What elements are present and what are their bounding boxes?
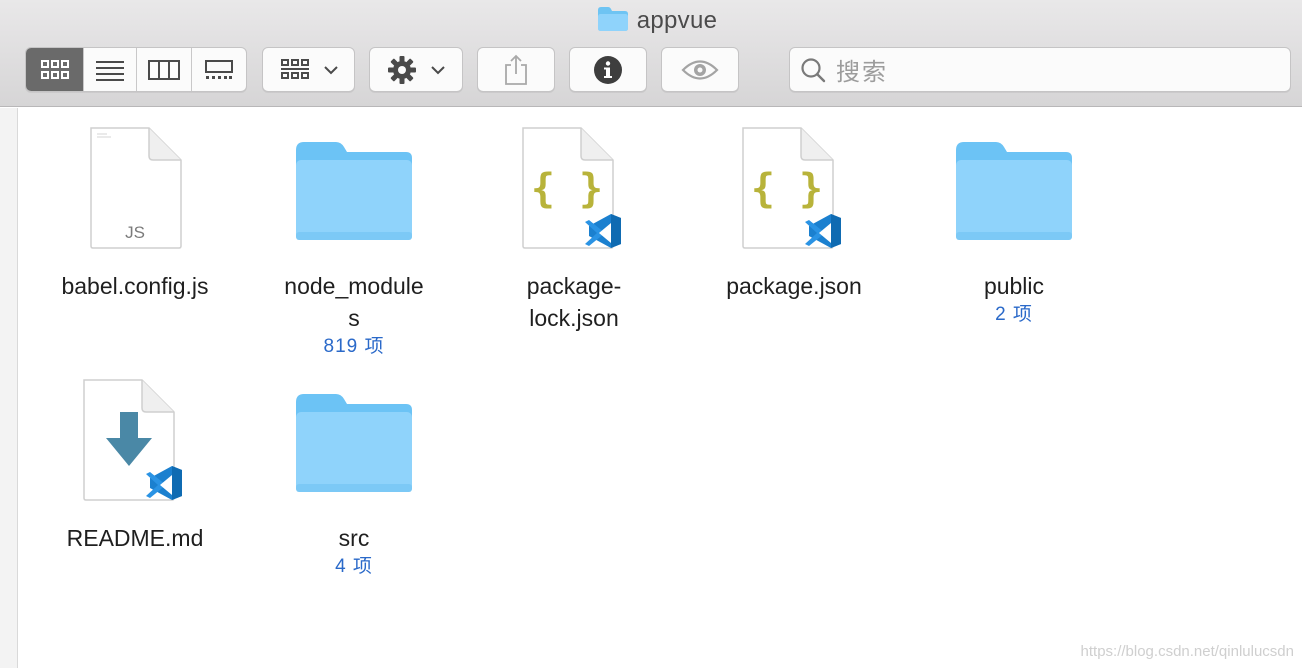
icon-view-button[interactable]: [26, 48, 84, 91]
eye-icon: [681, 59, 719, 80]
share-button[interactable]: [477, 47, 555, 92]
quick-look-button[interactable]: [661, 47, 739, 92]
file-name: public: [983, 273, 1045, 299]
json-file-icon: { }: [504, 126, 644, 266]
file-name: src: [338, 525, 370, 551]
js-file-badge: JS: [125, 223, 145, 242]
column-view-icon: [148, 59, 180, 80]
file-item-src[interactable]: src 4 项: [244, 378, 464, 580]
json-file-icon: { }: [724, 126, 864, 266]
finder-toolbar: appvue 搜索: [0, 0, 1302, 107]
item-count: 4 项: [335, 556, 373, 577]
search-icon: [801, 57, 826, 82]
info-icon: [594, 55, 622, 84]
chevron-down-icon: [431, 65, 445, 74]
folder-icon: [284, 378, 424, 518]
view-mode-control: [25, 47, 247, 92]
json-braces: { }: [751, 166, 823, 212]
folder-icon: [597, 6, 629, 37]
file-name: babel.config.js: [61, 273, 209, 299]
js-file-icon: JS: [65, 126, 205, 266]
folder-icon: [284, 126, 424, 266]
file-name-line-1: package-: [526, 273, 622, 299]
file-item-readme[interactable]: README.md: [25, 378, 245, 554]
share-icon: [505, 54, 527, 85]
file-name: README.md: [66, 525, 204, 551]
arrange-icon: [280, 58, 309, 79]
file-item-babel-config[interactable]: JS babel.config.js: [25, 126, 245, 302]
file-name: node_modules: [284, 273, 424, 331]
folder-icon: [944, 126, 1084, 266]
gallery-view-button[interactable]: [192, 48, 246, 91]
file-name: package- lock.json: [527, 270, 622, 334]
json-braces: { }: [531, 166, 603, 212]
list-view-icon: [96, 60, 124, 81]
item-count: 819 项: [323, 336, 385, 357]
search-field[interactable]: 搜索: [789, 47, 1291, 92]
arrange-button[interactable]: [262, 47, 355, 92]
file-icon-grid: JS babel.config.js node_modules 819 项 { …: [18, 108, 1302, 668]
file-item-node-modules[interactable]: node_modules 819 项: [244, 126, 464, 360]
window-title: appvue: [636, 7, 718, 34]
icon-view-icon: [40, 59, 69, 79]
get-info-button[interactable]: [569, 47, 647, 92]
file-item-package-lock-json[interactable]: { } package- lock.json: [464, 126, 684, 334]
item-count: 2 项: [995, 304, 1033, 325]
file-name-line-2: lock.json: [529, 305, 619, 331]
search-placeholder: 搜索: [836, 59, 888, 86]
list-view-button[interactable]: [84, 48, 137, 91]
gallery-view-icon: [205, 59, 233, 79]
chevron-down-icon: [323, 65, 338, 74]
window-title-bar: appvue: [0, 4, 1302, 38]
watermark: https://blog.csdn.net/qinlulucsdn: [1080, 643, 1294, 660]
file-name: package.json: [726, 273, 862, 299]
column-view-button[interactable]: [137, 48, 192, 91]
gear-icon: [388, 55, 416, 84]
md-file-icon: [65, 378, 205, 518]
file-item-public[interactable]: public 2 项: [904, 126, 1124, 328]
file-item-package-json[interactable]: { } package.json: [684, 126, 904, 302]
action-button[interactable]: [369, 47, 463, 92]
sidebar-edge: [0, 108, 18, 668]
